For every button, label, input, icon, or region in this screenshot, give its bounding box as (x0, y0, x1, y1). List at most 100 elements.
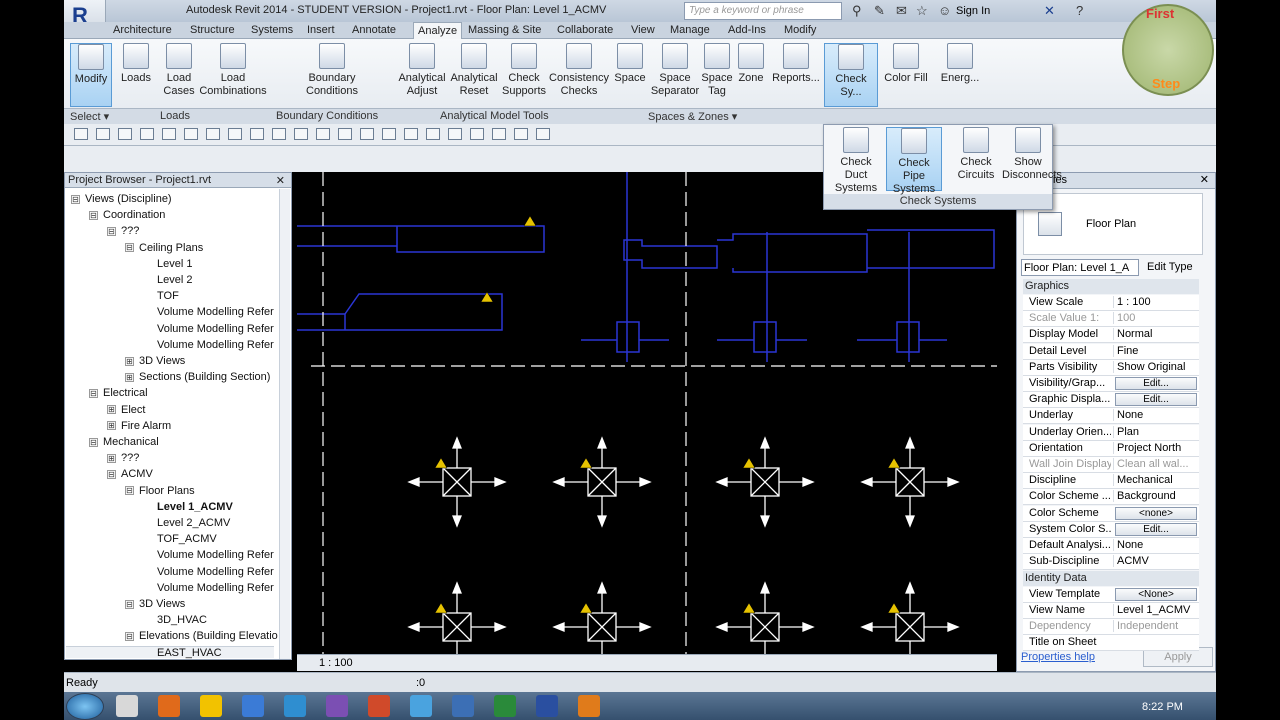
quick-access-tool-icon[interactable] (448, 128, 462, 140)
taskbar-app-icon[interactable] (578, 695, 600, 717)
check-systems-button[interactable]: Check Sy... (824, 43, 878, 107)
browser-node[interactable]: Volume Modelling Refer (143, 566, 274, 578)
user-icon[interactable]: ☺ (938, 3, 951, 18)
property-value[interactable]: Plan (1113, 425, 1199, 438)
graphics-category[interactable]: Graphics (1023, 279, 1199, 294)
taskbar-app-icon[interactable] (536, 695, 558, 717)
browser-node[interactable]: ⊟ Mechanical (89, 436, 159, 448)
quick-access-tool-icon[interactable] (228, 128, 242, 140)
property-value[interactable]: 1 : 100 (1113, 296, 1199, 308)
browser-node[interactable]: ⊟ Views (Discipline) (71, 193, 172, 205)
browser-node[interactable]: ⊟ Ceiling Plans (125, 242, 203, 254)
browser-node[interactable]: Volume Modelling Refer (143, 549, 274, 561)
expand-toggle-icon[interactable]: ⊟ (125, 631, 134, 641)
browser-node[interactable]: ⊞ 3D Views (125, 355, 185, 367)
favorites-star-icon[interactable]: ☆ (916, 3, 928, 19)
color-fill-button[interactable]: Color Fill (884, 43, 928, 107)
space-button[interactable]: Space (612, 43, 648, 107)
taskbar-app-icon[interactable] (452, 695, 474, 717)
tab-structure[interactable]: Structure (190, 24, 235, 36)
quick-access-tool-icon[interactable] (206, 128, 220, 140)
quick-access-tool-icon[interactable] (404, 128, 418, 140)
browser-node[interactable]: ⊞ Fire Alarm (107, 420, 171, 432)
browser-node[interactable]: 3D_HVAC (143, 614, 207, 626)
check-circuits-button[interactable]: Check Circuits (948, 127, 1004, 191)
taskbar-app-icon[interactable] (284, 695, 306, 717)
property-value[interactable]: None (1113, 539, 1199, 551)
taskbar-app-icon[interactable] (368, 695, 390, 717)
quick-access-tool-icon[interactable] (316, 128, 330, 140)
browser-node[interactable]: ⊟ Electrical (89, 387, 148, 399)
browser-node[interactable]: TOF_ACMV (143, 533, 217, 545)
quick-access-tool-icon[interactable] (360, 128, 374, 140)
drawing-canvas[interactable] (297, 172, 997, 654)
browser-node[interactable]: ⊟ 3D Views (125, 598, 185, 610)
properties-help-link[interactable]: Properties help (1021, 651, 1095, 663)
taskbar-app-icon[interactable] (494, 695, 516, 717)
browser-node[interactable]: TOF (143, 290, 179, 302)
property-value[interactable]: Fine (1113, 344, 1199, 357)
panel-title-2[interactable]: Boundary Conditions (276, 110, 378, 122)
check-duct-systems-button[interactable]: Check Duct Systems (828, 127, 884, 194)
expand-toggle-icon[interactable]: ⊟ (125, 486, 134, 496)
panel-title-0[interactable]: Select ▾ (70, 110, 109, 123)
load-cases-button[interactable]: Load Cases (160, 43, 198, 107)
edit-type-button[interactable]: Edit Type (1147, 259, 1193, 273)
quick-access-tool-icon[interactable] (514, 128, 528, 140)
expand-toggle-icon[interactable]: ⊟ (89, 210, 98, 220)
property-value[interactable]: Independent (1113, 620, 1199, 632)
expand-toggle-icon[interactable]: ⊞ (107, 421, 116, 431)
quick-access-tool-icon[interactable] (96, 128, 110, 140)
show-disconnects-button[interactable]: Show Disconnects (1002, 127, 1062, 191)
modify-button[interactable]: Modify (70, 43, 112, 107)
property-value[interactable]: 100 (1113, 312, 1199, 325)
tab-massing-site[interactable]: Massing & Site (468, 24, 541, 36)
expand-toggle-icon[interactable]: ⊞ (107, 453, 116, 463)
property-edit-button[interactable]: Edit... (1115, 377, 1197, 390)
analytical-adjust-button[interactable]: Analytical Adjust (396, 43, 448, 107)
view-scale-label[interactable]: 1 : 100 (319, 657, 353, 669)
tab-collaborate[interactable]: Collaborate (557, 24, 613, 36)
sign-in-link[interactable]: Sign In (956, 5, 990, 17)
identity-data-category[interactable]: Identity Data (1023, 571, 1199, 587)
quick-access-tool-icon[interactable] (162, 128, 176, 140)
expand-toggle-icon[interactable]: ⊟ (125, 599, 134, 609)
check-supports-button[interactable]: Check Supports (500, 43, 548, 107)
expand-toggle-icon[interactable]: ⊞ (107, 405, 116, 415)
panel-title-1[interactable]: Loads (160, 110, 190, 122)
property-value[interactable]: ACMV (1113, 555, 1199, 568)
browser-node[interactable]: ⊞ Sections (Building Section) (125, 371, 270, 383)
quick-access-tool-icon[interactable] (294, 128, 308, 140)
clock[interactable]: 8:22 PM (1142, 701, 1183, 713)
browser-node[interactable]: ⊟ ACMV (107, 468, 153, 480)
browser-node[interactable]: Volume Modelling Refer (143, 582, 274, 594)
browser-node[interactable]: Volume Modelling Refer (143, 323, 274, 335)
expand-toggle-icon[interactable]: ⊟ (89, 437, 98, 447)
communication-icon[interactable]: ✉ (896, 3, 907, 19)
expand-toggle-icon[interactable]: ⊞ (125, 372, 134, 382)
browser-node[interactable]: ⊟ Elevations (Building Elevatio (125, 630, 278, 642)
load-combinations-button[interactable]: Load Combinations (198, 43, 268, 107)
browser-node[interactable]: ⊟??? (107, 225, 139, 237)
property-value[interactable]: Normal (1113, 328, 1199, 341)
start-button[interactable] (66, 693, 104, 720)
quick-access-tool-icon[interactable] (470, 128, 484, 140)
quick-access-tool-icon[interactable] (140, 128, 154, 140)
browser-node[interactable]: ⊟ Floor Plans (125, 485, 195, 497)
expand-toggle-icon[interactable]: ⊟ (71, 194, 80, 204)
browser-node[interactable]: ⊟ Coordination (89, 209, 165, 221)
browser-node[interactable]: ⊞ Elect (107, 404, 145, 416)
property-edit-button[interactable]: Edit... (1115, 522, 1197, 536)
exchange-icon[interactable]: ✕ (1044, 3, 1055, 19)
expand-toggle-icon[interactable]: ⊟ (107, 226, 116, 236)
quick-access-tool-icon[interactable] (536, 128, 550, 140)
filter-count[interactable]: :0 (416, 677, 425, 689)
browser-node[interactable]: Level 2 (143, 274, 192, 286)
boundary-conditions-button[interactable]: Boundary Conditions (300, 43, 364, 107)
tab-systems[interactable]: Systems (251, 24, 293, 36)
check-pipe-systems-button[interactable]: Check Pipe Systems (886, 127, 942, 195)
taskbar-app-icon[interactable] (326, 695, 348, 717)
browser-node[interactable]: EAST_HVAC (143, 647, 222, 659)
expand-toggle-icon[interactable]: ⊟ (89, 388, 98, 398)
zone-button[interactable]: Zone (734, 43, 768, 107)
